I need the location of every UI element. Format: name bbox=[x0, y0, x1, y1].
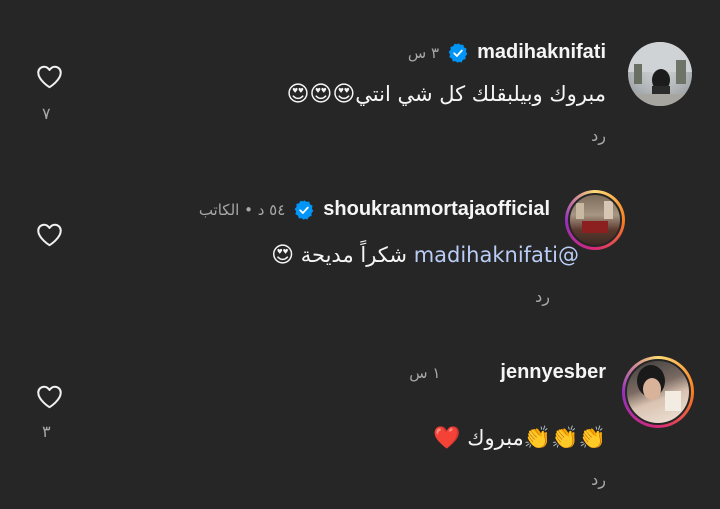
comment-meta: ١ س jennyesber bbox=[409, 361, 606, 384]
avatar-artwork bbox=[637, 365, 681, 411]
heart-outline-icon[interactable] bbox=[36, 222, 63, 247]
comment-username[interactable]: shoukranmortajaofficial bbox=[323, 198, 550, 221]
avatar[interactable] bbox=[628, 42, 692, 106]
heart-eyes-emoji: 😍😍😍 bbox=[286, 82, 356, 107]
verified-badge-icon bbox=[294, 199, 314, 220]
clapping-hands-emoji: 👏👏👏 bbox=[523, 426, 606, 451]
comments-list: ٣ س madihaknifati مبروك وبيلبقلك كل شي ا… bbox=[0, 0, 720, 509]
avatar[interactable] bbox=[622, 356, 694, 428]
avatar-artwork bbox=[576, 201, 613, 233]
comment-text: 👏👏👏مبروك ❤️ bbox=[433, 426, 606, 451]
red-heart-emoji: ❤️ bbox=[433, 426, 461, 451]
reply-button[interactable]: رد bbox=[591, 126, 606, 145]
comment-username[interactable]: madihaknifati bbox=[477, 41, 606, 64]
verified-badge-icon bbox=[448, 42, 468, 63]
heart-outline-icon[interactable] bbox=[36, 64, 63, 89]
comment-time: ٥٤ د • الكاتب bbox=[198, 200, 286, 219]
comment-meta: ٥٤ د • الكاتب shoukranmortajaofficial bbox=[199, 198, 550, 221]
comment-time: ١ س bbox=[409, 363, 441, 382]
heart-outline-icon[interactable] bbox=[36, 384, 63, 409]
comment-username[interactable]: jennyesber bbox=[500, 361, 606, 384]
mention-link[interactable]: @madihaknifati bbox=[414, 243, 579, 267]
comment-text: مبروك وبيلبقلك كل شي انتي😍😍😍 bbox=[286, 82, 606, 107]
reply-button[interactable]: رد bbox=[535, 287, 550, 306]
like-count: ٧ bbox=[42, 104, 51, 123]
heart-eyes-emoji: 😍 bbox=[271, 243, 295, 268]
like-count: ٣ bbox=[42, 422, 51, 441]
avatar-image bbox=[568, 193, 622, 247]
reply-button[interactable]: رد bbox=[591, 470, 606, 489]
avatar-image bbox=[625, 359, 691, 425]
comment-body: مبروك وبيلبقلك كل شي انتي bbox=[355, 82, 606, 106]
comment-meta: ٣ س madihaknifati bbox=[408, 41, 606, 64]
comment-body: مبروك bbox=[467, 426, 524, 450]
comment-time: ٣ س bbox=[407, 43, 440, 62]
avatar-image bbox=[628, 42, 692, 106]
avatar[interactable] bbox=[565, 190, 625, 250]
comment-body: شكراً مديحة bbox=[300, 243, 407, 267]
comment-text: @madihaknifati شكراً مديحة 😍 bbox=[271, 243, 579, 268]
